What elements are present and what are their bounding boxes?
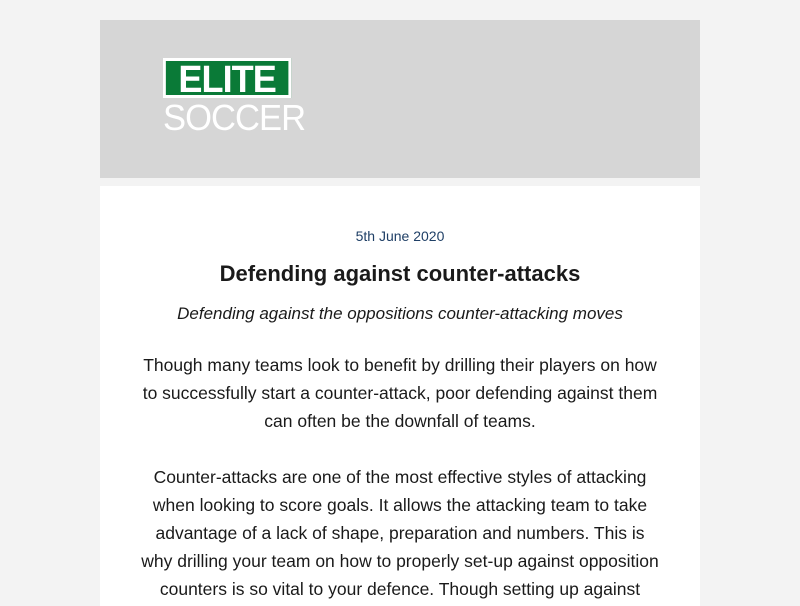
article-paragraph: Though many teams look to benefit by dri…	[142, 355, 658, 431]
logo-soccer-text: SOCCER	[163, 97, 306, 138]
article-paragraph: Counter-attacks are one of the most effe…	[141, 467, 659, 599]
header-spacer	[100, 178, 700, 186]
article-subtitle: Defending against the oppositions counte…	[177, 304, 623, 323]
email-header: ELITE SOCCER	[100, 20, 700, 178]
article-date: 5th June 2020	[355, 228, 445, 244]
article-body: 5th June 2020 Defending against counter-…	[100, 186, 700, 606]
logo-elite-text: ELITE	[163, 58, 292, 99]
email-container: ELITE SOCCER 5th June 2020 Defending aga…	[100, 20, 700, 606]
elite-soccer-logo[interactable]: ELITE SOCCER	[163, 58, 306, 138]
article-title: Defending against counter-attacks	[219, 261, 581, 286]
